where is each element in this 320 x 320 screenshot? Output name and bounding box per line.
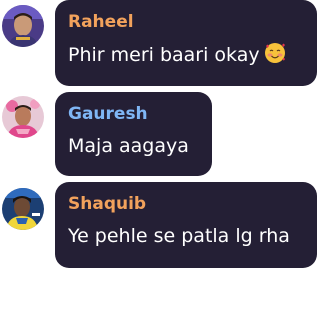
raheel-avatar-image bbox=[2, 5, 44, 47]
message-row: Shaquib Ye pehle se patla lg rha bbox=[0, 180, 317, 272]
message-text-content: Phir meri baari okay bbox=[68, 44, 260, 66]
message-bubble[interactable]: Shaquib Ye pehle se patla lg rha bbox=[55, 182, 317, 268]
shaquib-avatar-image bbox=[2, 188, 44, 230]
sender-name[interactable]: Shaquib bbox=[68, 194, 305, 214]
sender-name[interactable]: Raheel bbox=[68, 12, 305, 32]
message-row: Gauresh Maja aagaya bbox=[0, 90, 317, 178]
gauresh-avatar-image bbox=[2, 96, 44, 138]
message-row: Raheel Phir meri baari okay bbox=[0, 0, 317, 90]
avatar[interactable] bbox=[2, 188, 44, 230]
smiling-face-with-hearts-icon bbox=[264, 42, 286, 70]
avatar[interactable] bbox=[2, 5, 44, 47]
avatar[interactable] bbox=[2, 96, 44, 138]
message-text: Ye pehle se patla lg rha bbox=[68, 225, 290, 247]
message-text: Phir meri baari okay bbox=[68, 42, 305, 70]
message-text: Maja aagaya bbox=[68, 135, 189, 157]
sender-name[interactable]: Gauresh bbox=[68, 104, 200, 124]
message-bubble[interactable]: Gauresh Maja aagaya bbox=[55, 92, 212, 176]
message-bubble[interactable]: Raheel Phir meri baari okay bbox=[55, 0, 317, 86]
